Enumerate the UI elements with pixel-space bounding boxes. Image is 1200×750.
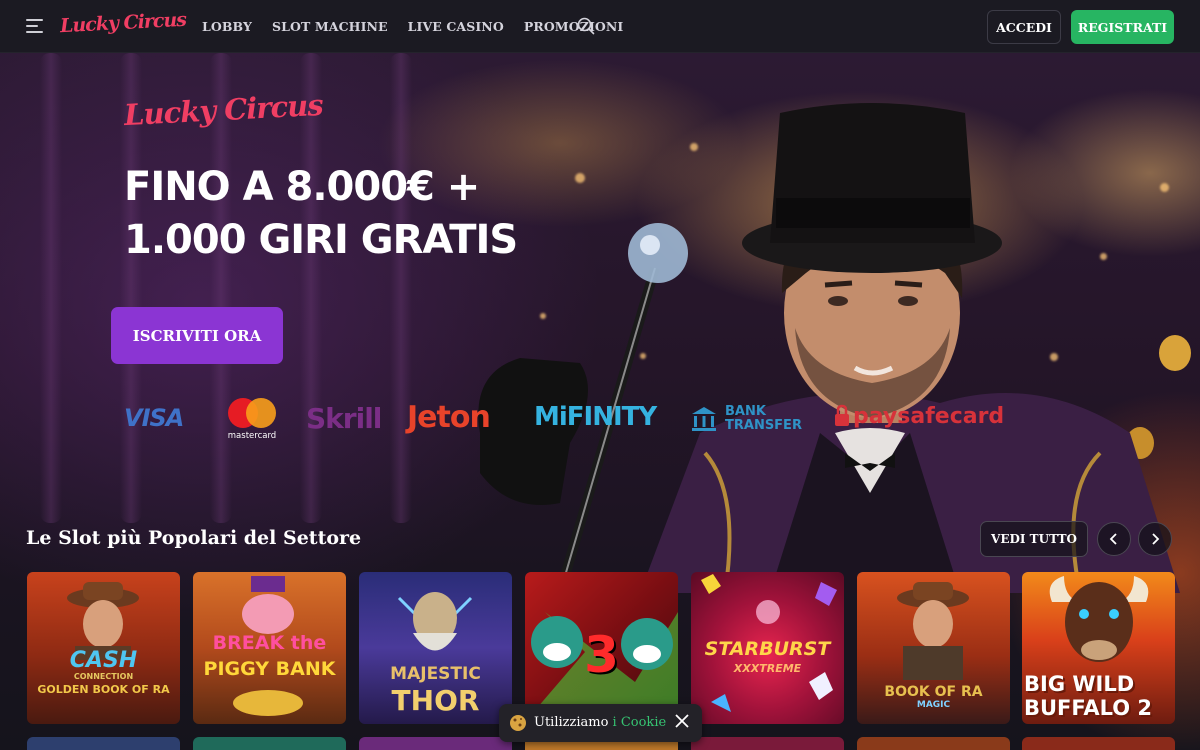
game-subtitle: CONNECTION <box>73 672 134 681</box>
cookie-banner: Utilizziamo i Cookie <box>499 704 702 742</box>
cookie-text: Utilizziamo <box>534 715 613 730</box>
game-tile[interactable] <box>1022 737 1175 750</box>
cookie-message: Utilizziamo i Cookie <box>534 715 666 730</box>
lock-icon <box>835 404 849 426</box>
register-button[interactable]: REGISTRATI <box>1071 10 1174 44</box>
explorer-character-art <box>897 582 969 680</box>
paysafecard-label: paysafecard <box>853 404 1005 429</box>
carousel-prev-button[interactable] <box>1097 522 1131 556</box>
main-nav: LOBBY SLOT MACHINE LIVE CASINO PROMOZION… <box>202 19 623 34</box>
close-icon[interactable] <box>674 713 690 729</box>
popular-slots-title: Le Slot più Popolari del Settore <box>26 527 362 549</box>
hero-logo: Lucky Circus <box>123 87 324 133</box>
skrill-logo: Skrill <box>306 402 382 435</box>
game-title: BIG WILD <box>1024 672 1135 696</box>
bank-transfer-label: BANK TRANSFER <box>725 405 802 433</box>
game-subtitle: MAGIC <box>916 700 951 710</box>
game-title: MAJESTIC <box>390 664 481 684</box>
bank-transfer-logo: BANK TRANSFER <box>690 402 810 438</box>
hero-headline: FINO A 8.000€ + 1.000 GIRI GRATIS <box>124 161 604 267</box>
game-tile[interactable]: STARBURST XXXTREME <box>691 572 844 724</box>
game-tile[interactable]: CASH CONNECTION GOLDEN BOOK OF RA <box>27 572 180 724</box>
visa-logo: VISA <box>124 404 184 432</box>
hero-headline-line1: FINO A 8.000€ + <box>124 164 480 210</box>
nav-promozioni[interactable]: PROMOZIONI <box>524 19 624 34</box>
game-tile[interactable] <box>691 737 844 750</box>
game-title: 3 <box>584 626 619 684</box>
curtain-fold <box>390 53 412 523</box>
game-tile[interactable] <box>359 737 512 750</box>
game-subtitle: THOR <box>391 684 480 717</box>
nav-lobby[interactable]: LOBBY <box>202 19 252 34</box>
game-tile[interactable]: BOOK OF RA MAGIC <box>857 572 1010 724</box>
mastercard-logo: mastercard <box>224 398 280 442</box>
game-tile[interactable]: BIG WILD BUFFALO 2 <box>1022 572 1175 724</box>
game-subtitle: XXXTREME <box>733 662 802 675</box>
curtain-fold <box>300 53 322 523</box>
hero-headline-line2: 1.000 GIRI GRATIS <box>124 217 518 263</box>
curtain-fold <box>40 53 62 523</box>
game-tile[interactable] <box>857 737 1010 750</box>
cookie-policy-link[interactable]: i Cookie <box>613 715 667 730</box>
game-tile[interactable] <box>27 737 180 750</box>
game-tile[interactable]: BREAK the PIGGY BANK <box>193 572 346 724</box>
chevron-left-icon <box>1109 533 1117 545</box>
game-tile[interactable] <box>193 737 346 750</box>
game-extra: GOLDEN BOOK OF RA <box>37 683 170 696</box>
nav-live-casino[interactable]: LIVE CASINO <box>408 19 504 34</box>
top-header: Lucky Circus LOBBY SLOT MACHINE LIVE CAS… <box>0 0 1200 53</box>
mastercard-orange-circle <box>246 398 276 428</box>
game-subtitle: PIGGY BANK <box>203 658 336 680</box>
thor-character-art <box>397 592 473 651</box>
see-all-button[interactable]: VEDI TUTTO <box>980 521 1088 557</box>
search-icon[interactable] <box>577 17 595 35</box>
carousel-next-button[interactable] <box>1138 522 1172 556</box>
hamburger-menu-icon[interactable] <box>26 18 46 34</box>
nav-slot-machine[interactable]: SLOT MACHINE <box>272 19 388 34</box>
game-title: CASH <box>69 648 138 673</box>
piggy-character-art <box>242 576 294 634</box>
chevron-right-icon <box>1152 533 1160 545</box>
cookie-icon <box>510 715 526 731</box>
bank-icon <box>692 407 716 431</box>
game-title: STARBURST <box>704 638 831 660</box>
game-tile[interactable]: MAJESTIC THOR <box>359 572 512 724</box>
ringmaster-illustration <box>478 103 1191 593</box>
site-logo[interactable]: Lucky Circus <box>60 9 187 38</box>
login-button[interactable]: ACCEDI <box>987 10 1061 44</box>
bank-label-line1: BANK <box>725 404 766 419</box>
buffalo-art <box>1049 576 1149 662</box>
signup-now-button[interactable]: ISCRIVITI ORA <box>111 307 283 364</box>
game-tile[interactable]: 3 <box>525 572 678 724</box>
bank-label-line2: TRANSFER <box>725 418 802 433</box>
paysafecard-logo: paysafecard <box>835 404 1005 429</box>
game-title: BREAK the <box>212 632 327 654</box>
game-subtitle: BUFFALO 2 <box>1024 696 1152 720</box>
mifinity-logo: MiFINITY <box>534 402 657 432</box>
game-title: BOOK OF RA <box>884 684 983 700</box>
gold-coins-art <box>233 690 303 716</box>
jeton-logo: Jeton <box>407 400 491 435</box>
mastercard-label: mastercard <box>227 431 277 441</box>
